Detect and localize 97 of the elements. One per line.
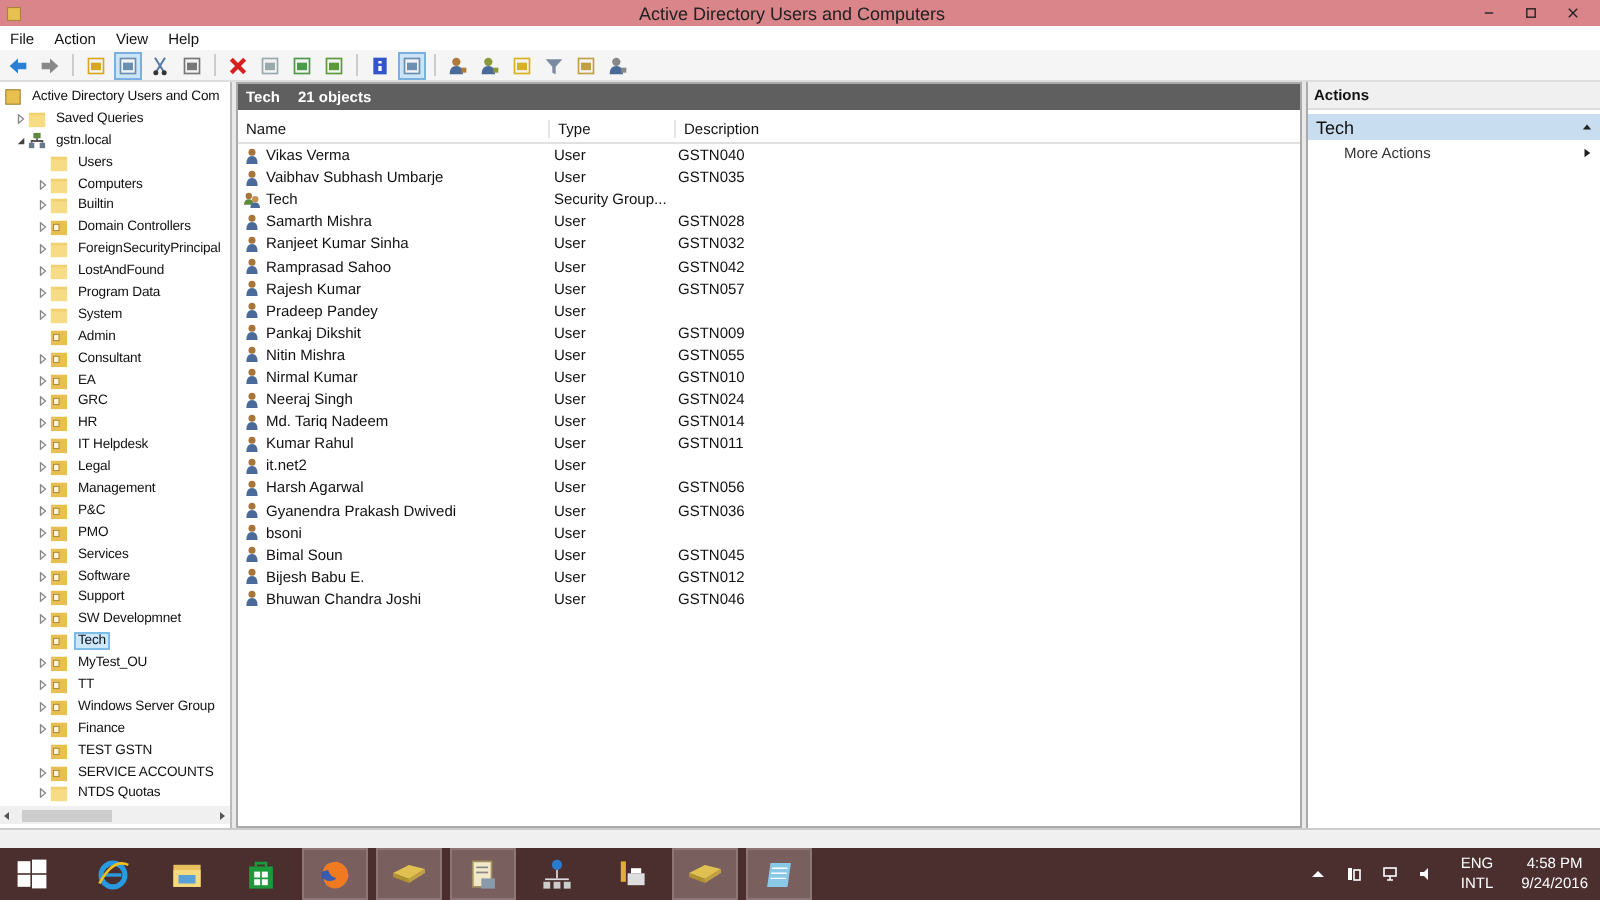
expand-arrow-icon[interactable]: [38, 287, 48, 298]
folder-icon: [50, 349, 68, 368]
expand-arrow-icon[interactable]: [38, 266, 48, 277]
user-icon: [244, 324, 260, 341]
close-icon[interactable]: [1566, 6, 1580, 20]
expand-arrow-icon[interactable]: [38, 375, 48, 386]
folder-icon: [50, 763, 68, 782]
expand-arrow-icon[interactable]: [38, 200, 48, 211]
expand-arrow-icon[interactable]: [38, 462, 48, 473]
book-icon: [688, 864, 722, 884]
user-icon: [244, 147, 260, 164]
browser-icon: [96, 857, 130, 891]
expand-arrow-icon[interactable]: [38, 440, 48, 451]
scroll-right-icon[interactable]: [220, 811, 226, 819]
expand-arrow-icon[interactable]: [38, 505, 48, 516]
user-icon: [244, 546, 260, 563]
expand-arrow-icon[interactable]: [38, 614, 48, 625]
domain-icon: [28, 131, 46, 150]
user-icon: [244, 280, 260, 297]
expand-arrow-icon[interactable]: [38, 244, 48, 255]
user-icon: [244, 413, 260, 430]
folder-icon: [50, 588, 68, 607]
user-icon: [244, 213, 260, 230]
folder-icon: [50, 436, 68, 455]
user-icon: [244, 258, 260, 275]
folder-icon: [50, 719, 68, 738]
window-title: Active Directory Users and Computers: [636, 3, 948, 23]
expand-arrow-icon[interactable]: [16, 113, 26, 124]
expand-arrow-icon[interactable]: [38, 396, 48, 407]
expand-arrow-icon[interactable]: [38, 179, 48, 189]
expand-arrow-icon[interactable]: [38, 701, 48, 712]
expand-arrow-icon[interactable]: [38, 592, 48, 603]
user-icon: [244, 479, 260, 496]
expand-arrow-icon[interactable]: [38, 723, 48, 734]
expand-arrow-icon[interactable]: [38, 483, 48, 494]
caret-icon[interactable]: [1310, 866, 1327, 882]
expand-arrow-icon[interactable]: [38, 309, 48, 320]
group-icon: [244, 191, 260, 208]
folder-icon: [50, 610, 68, 629]
expand-arrow-icon[interactable]: [38, 767, 48, 778]
folder-icon: [50, 392, 68, 411]
user-icon: [244, 169, 260, 186]
folder-icon: [50, 632, 68, 651]
network-icon[interactable]: [1382, 866, 1399, 882]
shopping-bag-icon: [244, 857, 278, 891]
folder-icon: [50, 545, 68, 564]
folder-icon: [50, 327, 68, 346]
device-icon[interactable]: [1346, 866, 1363, 882]
folder-icon: [50, 479, 68, 498]
windows-start-icon[interactable]: [16, 858, 48, 890]
folder-icon: [50, 458, 68, 477]
user-icon: [244, 391, 260, 408]
user-icon: [244, 302, 260, 319]
folder-icon: [50, 501, 68, 520]
folder-icon: [50, 654, 68, 673]
user-icon: [244, 368, 260, 385]
folder-icon: [50, 741, 68, 760]
expand-arrow-icon[interactable]: [38, 679, 48, 690]
user-icon: [244, 568, 260, 585]
maximize-icon[interactable]: [1524, 6, 1538, 20]
expand-arrow-icon[interactable]: [38, 788, 48, 799]
expand-arrow-icon[interactable]: [38, 571, 48, 582]
user-icon: [244, 502, 260, 519]
globe-icon: [318, 857, 352, 891]
folder-icon: [28, 109, 46, 128]
app-icon: [6, 5, 22, 21]
user-icon: [244, 435, 260, 452]
collapse-arrow-icon[interactable]: [16, 135, 26, 146]
user-icon: [244, 524, 260, 541]
user-icon: [244, 235, 260, 252]
user-icon: [244, 346, 260, 363]
submenu-arrow-icon: [1582, 147, 1592, 157]
horizontal-scrollbar[interactable]: [0, 806, 230, 824]
collapse-arrow-icon[interactable]: [1582, 122, 1592, 132]
actions-section[interactable]: Tech: [1308, 114, 1600, 140]
scroll-left-icon[interactable]: [4, 811, 10, 819]
folder-icon: [50, 697, 68, 716]
user-icon: [244, 457, 260, 474]
expand-arrow-icon[interactable]: [38, 527, 48, 538]
network-icon: [540, 857, 574, 891]
document-icon: [466, 857, 500, 891]
folder-icon: [50, 784, 68, 803]
expand-arrow-icon[interactable]: [38, 353, 48, 364]
folder-icon: [50, 414, 68, 433]
minimize-icon[interactable]: [1482, 6, 1496, 20]
user-icon: [244, 590, 260, 607]
folder-icon: [50, 523, 68, 542]
folder-icon: [50, 675, 68, 694]
folder-icon: [50, 218, 68, 237]
folder-icon: [50, 567, 68, 586]
expand-arrow-icon[interactable]: [38, 222, 48, 233]
expand-arrow-icon[interactable]: [38, 549, 48, 560]
notepad-icon: [762, 857, 796, 891]
book-icon: [392, 864, 426, 884]
expand-arrow-icon[interactable]: [38, 658, 48, 669]
expand-arrow-icon[interactable]: [38, 418, 48, 429]
folder-icon: [50, 371, 68, 390]
